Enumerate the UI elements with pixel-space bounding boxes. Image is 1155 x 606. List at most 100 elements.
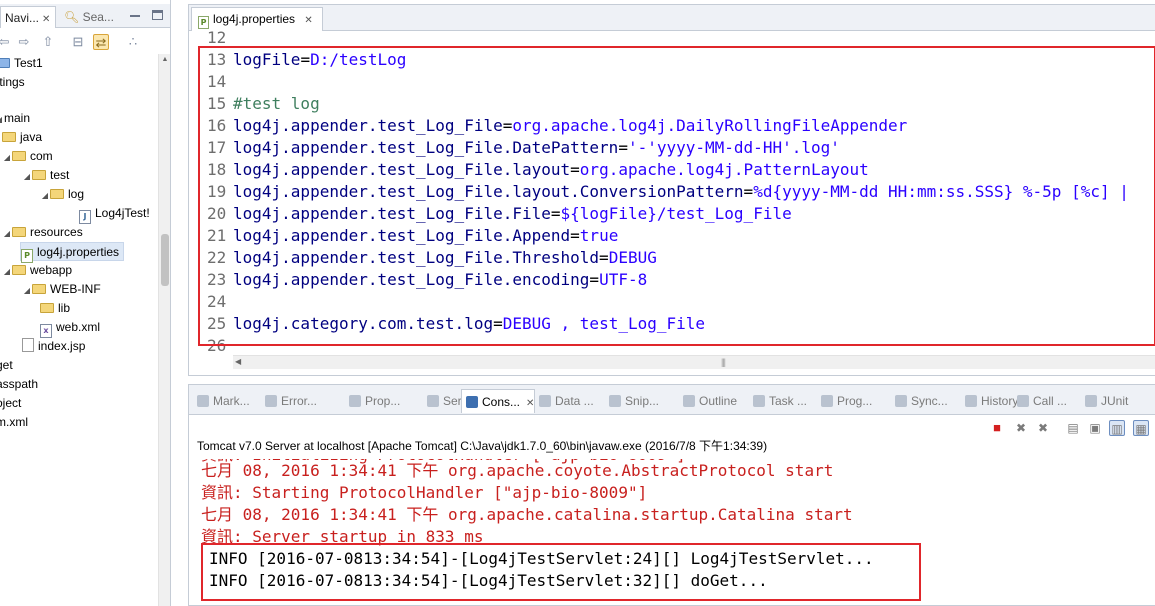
link-with-editor-icon[interactable]: ⇄ — [93, 34, 109, 50]
close-icon[interactable]: ✕ — [526, 398, 534, 409]
tree-item-label: ttings — [0, 75, 25, 89]
scrollbar-thumb[interactable] — [161, 234, 169, 286]
tab-outline[interactable]: Outline — [683, 389, 737, 413]
collapse-all-icon[interactable]: ⊟ — [70, 34, 86, 50]
outline-icon — [683, 395, 695, 407]
tab-markers[interactable]: Mark... — [197, 389, 250, 413]
tab-label: Sync... — [911, 394, 948, 408]
tab-label: Task ... — [769, 394, 808, 408]
progress-icon — [821, 395, 833, 407]
tree-item-label: index.jsp — [38, 339, 86, 353]
terminate-icon[interactable]: ■ — [989, 420, 1005, 436]
tab-label: History — [981, 394, 1019, 408]
editor-horizontal-scrollbar[interactable]: ◀ ||| — [233, 355, 1155, 369]
close-icon[interactable]: ✕ — [304, 15, 312, 26]
expanded-icon[interactable]: ◢ — [22, 167, 32, 186]
folder-icon — [12, 265, 26, 275]
minimize-icon[interactable] — [130, 9, 140, 19]
tab-history[interactable]: History — [965, 389, 1018, 413]
tree-item[interactable]: ◢main — [0, 109, 30, 128]
expanded-icon[interactable]: ◢ — [22, 281, 32, 300]
history-icon — [965, 395, 977, 407]
tab-properties[interactable]: Prop... — [349, 389, 400, 413]
remove-launch-icon[interactable]: ✖ — [1013, 420, 1029, 436]
clear-console-icon[interactable]: ▤ — [1065, 420, 1081, 436]
tab-tasks[interactable]: Task ... — [753, 389, 807, 413]
tree-item[interactable]: asspath — [0, 375, 38, 394]
tab-search[interactable]: 🔍︎ Sea... — [60, 6, 120, 28]
tree-item[interactable]: x web.xml — [40, 318, 100, 338]
tree-item[interactable]: ttings — [0, 73, 25, 92]
tree-item[interactable]: J Log4jTest! — [79, 204, 150, 224]
folder-icon — [12, 227, 26, 237]
scroll-left-icon[interactable]: ◀ — [235, 357, 241, 366]
junit-icon — [1085, 395, 1097, 407]
tab-data-source[interactable]: Data ... — [539, 389, 594, 413]
expanded-icon[interactable]: ◢ — [40, 186, 50, 205]
pin-console-icon[interactable]: ▥ — [1109, 420, 1125, 436]
tab-search-label: Sea... — [82, 10, 114, 24]
tree-item[interactable]: oject — [0, 394, 21, 413]
editor-tabbar: Plog4j.properties ✕ — [189, 5, 1155, 31]
tree-item[interactable]: ◢ resources — [2, 223, 83, 242]
tab-call-hierarchy[interactable]: Call ... — [1017, 389, 1067, 413]
up-icon[interactable]: ⇧ — [40, 34, 56, 50]
display-selected-console-icon[interactable]: ▦ — [1133, 420, 1149, 436]
tree-item[interactable]: ◢ log — [40, 185, 84, 204]
scroll-lock-icon[interactable]: ▣ — [1087, 420, 1103, 436]
error-log-icon — [265, 395, 277, 407]
tab-junit[interactable]: JUnit — [1085, 389, 1128, 413]
tree-item[interactable]: ◢ com — [2, 147, 53, 166]
tree-item[interactable]: ◢ webapp — [2, 261, 72, 280]
tree-item-selected[interactable]: Plog4j.properties — [20, 242, 125, 263]
code-editor[interactable]: 12 13 logFile=D:/testLog 14 15 #test log 16 log… — [189, 28, 1155, 357]
expanded-icon[interactable]: ◢ — [2, 262, 12, 281]
expanded-icon[interactable]: ◢ — [2, 148, 12, 167]
remove-all-terminated-icon[interactable]: ✖ — [1035, 420, 1051, 436]
tree-item-label: webapp — [30, 263, 73, 277]
tree-item-label: java — [20, 130, 43, 144]
folder-icon — [2, 132, 16, 142]
scroll-up-icon[interactable]: ▲ — [159, 54, 170, 66]
xml-file-icon: x — [40, 324, 52, 338]
tab-error-log[interactable]: Error... — [265, 389, 317, 413]
tree-item[interactable]: index.jsp — [22, 337, 85, 356]
tab-navigator[interactable]: Navi... ✕ — [0, 6, 56, 28]
synchronize-icon — [895, 395, 907, 407]
data-source-icon — [539, 395, 551, 407]
bottom-panel-tabbar: Mark... Error... Prop... Serv... Cons... ✕ Dat… — [189, 385, 1155, 415]
expanded-icon[interactable]: ◢ — [2, 224, 12, 243]
servers-icon — [427, 395, 439, 407]
tree-item[interactable]: ◢ WEB-INF — [22, 280, 101, 299]
editor-area: Plog4j.properties ✕ 12 13 logFile=D:/testL… — [188, 4, 1155, 376]
properties-icon — [349, 395, 361, 407]
jsp-file-icon — [22, 338, 34, 352]
tab-synchronize[interactable]: Sync... — [895, 389, 948, 413]
tab-snippets[interactable]: Snip... — [609, 389, 659, 413]
tree-item[interactable]: ◢ test — [22, 166, 69, 185]
tree-item[interactable]: Test1 — [0, 54, 43, 73]
view-menu-icon[interactable]: ∴ — [125, 34, 141, 50]
console-output[interactable]: 資訊: Initializing ProtocolHandler ["ajp-b… — [189, 459, 1155, 606]
java-file-icon: J — [79, 210, 91, 224]
folder-icon — [50, 189, 64, 199]
tab-label: JUnit — [1101, 394, 1129, 408]
forward-icon[interactable]: ⇨ — [16, 34, 32, 50]
tab-label: Data ... — [555, 394, 594, 408]
back-icon[interactable]: ⇦ — [0, 34, 12, 50]
tree-item-label: oject — [0, 396, 22, 410]
tree-item[interactable]: lib — [40, 299, 70, 318]
tab-label: Cons... — [482, 395, 521, 409]
tab-console[interactable]: Cons... ✕ — [461, 389, 536, 413]
scrollbar-grip-icon[interactable]: ||| — [721, 357, 726, 367]
tree-item-label: log4j.properties — [37, 245, 120, 259]
console-line: 七月 08, 2016 1:34:41 下午 org.apache.catali… — [201, 505, 853, 524]
tab-progress[interactable]: Prog... — [821, 389, 872, 413]
maximize-icon[interactable] — [152, 10, 163, 20]
close-icon[interactable]: ✕ — [42, 14, 50, 25]
tab-label: Prop... — [365, 394, 401, 408]
tree-item[interactable]: java — [2, 128, 42, 147]
tree-item[interactable]: get — [0, 356, 13, 375]
tree-item[interactable]: m.xml — [0, 413, 28, 432]
navigator-scrollbar[interactable]: ▲ — [158, 54, 170, 606]
